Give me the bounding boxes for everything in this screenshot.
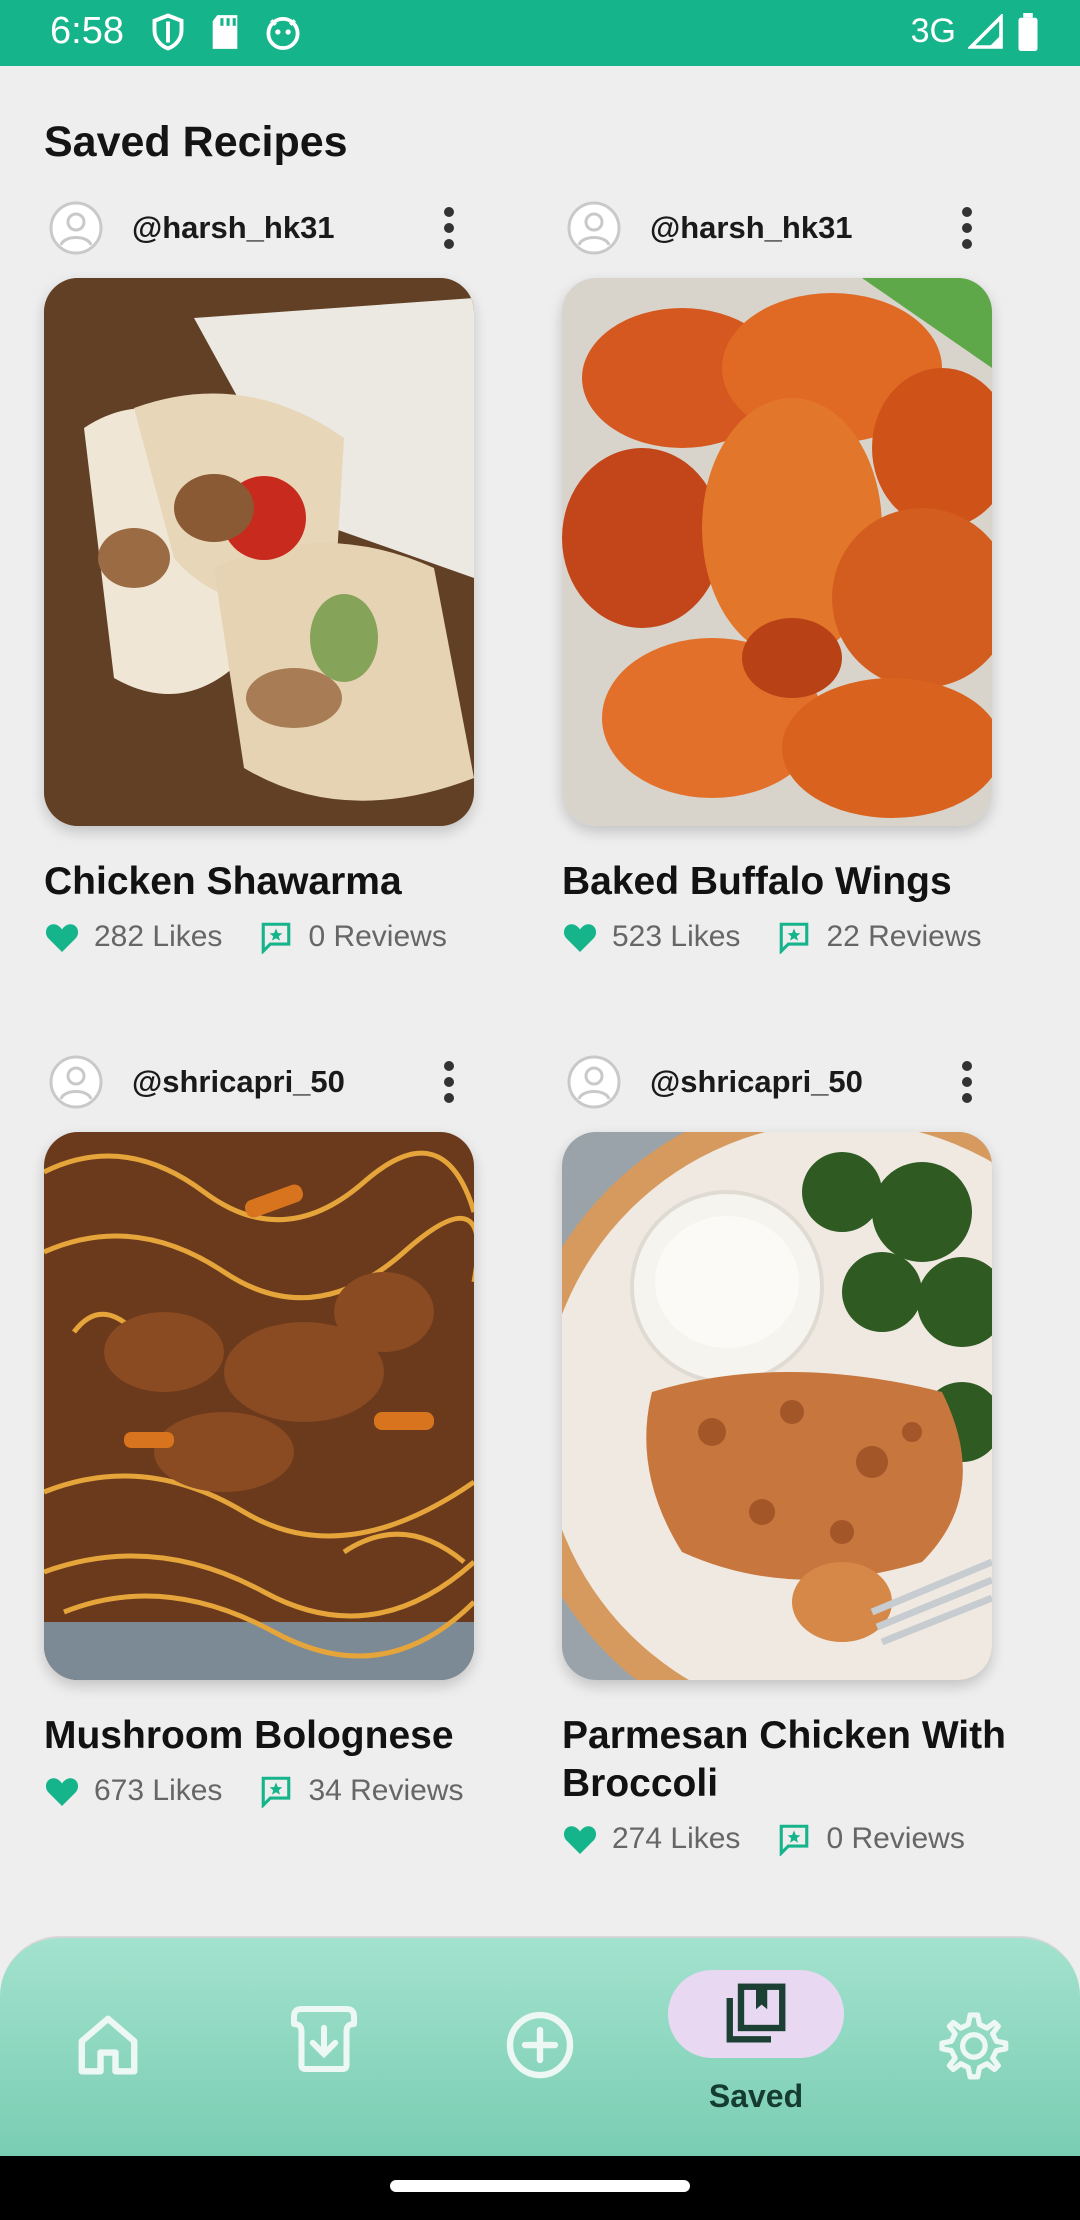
page-title: Saved Recipes (44, 118, 348, 166)
user-avatar-icon[interactable] (48, 200, 104, 256)
more-options-icon[interactable] (434, 204, 464, 252)
recipe-stats: 673 Likes 34 Reviews (44, 1774, 464, 1808)
heart-icon[interactable] (562, 920, 598, 954)
battery-icon (1018, 12, 1038, 51)
recipe-author: @shricapri_50 (44, 1052, 484, 1112)
username[interactable]: @shricapri_50 (650, 1064, 863, 1100)
recipe-stats: 523 Likes 22 Reviews (562, 920, 982, 954)
user-avatar-icon[interactable] (566, 1054, 622, 1110)
username[interactable]: @shricapri_50 (132, 1064, 345, 1100)
status-bar: 6:58 3G (0, 0, 1080, 66)
reviews-count: 0 Reviews (826, 1822, 965, 1855)
parmesan-chicken-photo[interactable] (562, 1132, 992, 1680)
nav-home[interactable] (63, 2000, 153, 2090)
nav-saved[interactable] (711, 1968, 801, 2058)
likes-count: 274 Likes (612, 1822, 741, 1855)
recipe-stats: 282 Likes 0 Reviews (44, 920, 447, 954)
mushroom-bolognese-photo[interactable] (44, 1132, 474, 1680)
chicken-shawarma-photo[interactable] (44, 278, 474, 826)
bottom-navigation: Saved (0, 1936, 1080, 2156)
heart-icon[interactable] (44, 920, 80, 954)
status-time: 6:58 (50, 10, 124, 52)
android-face-icon (266, 16, 300, 50)
system-gesture-bar (0, 2156, 1080, 2220)
more-options-icon[interactable] (952, 1058, 982, 1106)
nav-add[interactable] (495, 2000, 585, 2090)
heart-icon[interactable] (562, 1822, 598, 1856)
user-avatar-icon[interactable] (48, 1054, 104, 1110)
recipe-author: @shricapri_50 (562, 1052, 1002, 1112)
recipe-stats: 274 Likes 0 Reviews (562, 1822, 965, 1856)
saved-bookmarks-icon (726, 1983, 786, 2043)
username[interactable]: @harsh_hk31 (132, 210, 335, 246)
add-circle-icon (506, 2011, 574, 2079)
download-box-icon (291, 2006, 357, 2072)
nav-saved-label[interactable]: Saved (668, 2078, 844, 2115)
recipe-author: @harsh_hk31 (44, 198, 484, 258)
user-avatar-icon[interactable] (566, 200, 622, 256)
more-options-icon[interactable] (952, 204, 982, 252)
home-icon (78, 2015, 138, 2075)
recipe-title[interactable]: Chicken Shawarma (44, 858, 514, 906)
heart-icon[interactable] (44, 1774, 80, 1808)
buffalo-wings-photo[interactable] (562, 278, 992, 826)
likes-count: 523 Likes (612, 920, 741, 953)
nav-downloads[interactable] (279, 1994, 369, 2084)
review-icon[interactable] (258, 1774, 294, 1808)
recipe-title[interactable]: Parmesan Chicken With Broccoli (562, 1712, 1032, 1808)
recipe-title[interactable]: Baked Buffalo Wings (562, 858, 1032, 906)
nav-settings[interactable] (927, 2000, 1017, 2090)
likes-count: 673 Likes (94, 1774, 223, 1807)
reviews-count: 34 Reviews (308, 1774, 464, 1807)
gear-icon (939, 2012, 1009, 2080)
review-icon[interactable] (776, 920, 812, 954)
more-options-icon[interactable] (434, 1058, 464, 1106)
review-icon[interactable] (776, 1822, 812, 1856)
recipe-title[interactable]: Mushroom Bolognese (44, 1712, 514, 1760)
reviews-count: 22 Reviews (826, 920, 982, 953)
sd-card-icon (212, 15, 238, 49)
home-gesture-handle[interactable] (390, 2180, 690, 2192)
network-type: 3G (910, 12, 956, 50)
signal-icon (968, 13, 1003, 49)
review-icon[interactable] (258, 920, 294, 954)
username[interactable]: @harsh_hk31 (650, 210, 853, 246)
shield-icon (152, 13, 184, 51)
recipe-author: @harsh_hk31 (562, 198, 1002, 258)
reviews-count: 0 Reviews (308, 920, 447, 953)
likes-count: 282 Likes (94, 920, 223, 953)
